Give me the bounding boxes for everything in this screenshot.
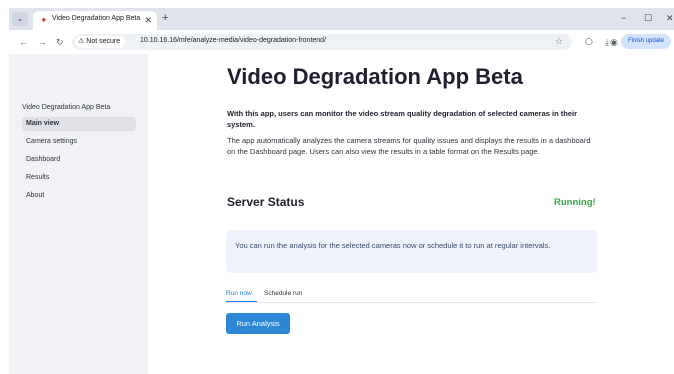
tab-schedule-run[interactable]: Schedule run xyxy=(264,290,302,297)
main-content: Video Degradation App Beta With this app… xyxy=(148,54,674,374)
intro-description: The app automatically analyzes the camer… xyxy=(227,136,591,156)
finish-update-button[interactable]: Finish update xyxy=(621,34,671,49)
sidebar-title: Video Degradation App Beta xyxy=(22,104,111,111)
profile-icon[interactable]: ◉ xyxy=(610,36,618,48)
tab-search-icon[interactable]: ⌄ xyxy=(12,12,28,26)
security-label: Not secure xyxy=(86,38,121,45)
address-bar[interactable]: ⚠ Not secure 10.10.16.16/mfe/analyze-medi… xyxy=(72,34,572,50)
run-tabs: Run now Schedule run xyxy=(226,287,597,303)
maximize-icon[interactable]: ☐ xyxy=(644,12,652,24)
info-text: You can run the analysis for the selecte… xyxy=(235,241,551,250)
browser-tab[interactable]: ✦ Video Degradation App Beta ✕ xyxy=(33,11,157,30)
bookmark-star-icon[interactable]: ☆ xyxy=(555,36,563,47)
sidebar: Video Degradation App Beta Main view Cam… xyxy=(9,54,148,374)
page-title: Video Degradation App Beta xyxy=(227,64,523,89)
sidebar-item-dashboard[interactable]: Dashboard xyxy=(22,153,136,167)
download-icon[interactable]: ⤓ xyxy=(605,36,609,48)
server-status-heading: Server Status xyxy=(227,195,305,209)
sidebar-item-main-view[interactable]: Main view xyxy=(22,117,136,131)
new-tab-icon[interactable]: + xyxy=(162,12,168,24)
back-icon[interactable]: ← xyxy=(19,36,28,48)
info-box: You can run the analysis for the selecte… xyxy=(226,230,597,273)
run-analysis-button[interactable]: Run Analysis xyxy=(226,313,290,334)
favicon-icon: ✦ xyxy=(40,15,48,25)
tab-strip: ⌄ ✦ Video Degradation App Beta ✕ + − ☐ ✕ xyxy=(9,8,674,30)
url-text[interactable]: 10.10.16.16/mfe/analyze-media/video-degr… xyxy=(140,37,326,44)
server-status-value: Running! xyxy=(554,197,596,208)
sidebar-item-about[interactable]: About xyxy=(22,189,136,203)
browser-toolbar: ← → ↻ ⚠ Not secure 10.10.16.16/mfe/analyz… xyxy=(9,30,674,55)
forward-icon[interactable]: → xyxy=(38,36,47,48)
browser-window: ⌄ ✦ Video Degradation App Beta ✕ + − ☐ ✕… xyxy=(9,8,674,374)
active-tab-indicator xyxy=(226,301,257,302)
minimize-icon[interactable]: − xyxy=(621,12,626,24)
sidebar-item-results[interactable]: Results xyxy=(22,171,136,185)
tab-title: Video Degradation App Beta xyxy=(52,15,141,22)
extensions-icon[interactable]: ⎔ xyxy=(585,36,593,48)
intro-summary: With this app, users can monitor the vid… xyxy=(227,109,578,129)
warning-icon: ⚠ xyxy=(78,38,85,45)
security-badge[interactable]: ⚠ Not secure xyxy=(75,36,126,48)
reload-icon[interactable]: ↻ xyxy=(56,36,64,48)
sidebar-item-camera-settings[interactable]: Camera settings xyxy=(22,135,136,149)
tab-run-now[interactable]: Run now xyxy=(226,290,252,297)
tab-close-icon[interactable]: ✕ xyxy=(144,14,152,26)
window-close-icon[interactable]: ✕ xyxy=(666,12,674,24)
